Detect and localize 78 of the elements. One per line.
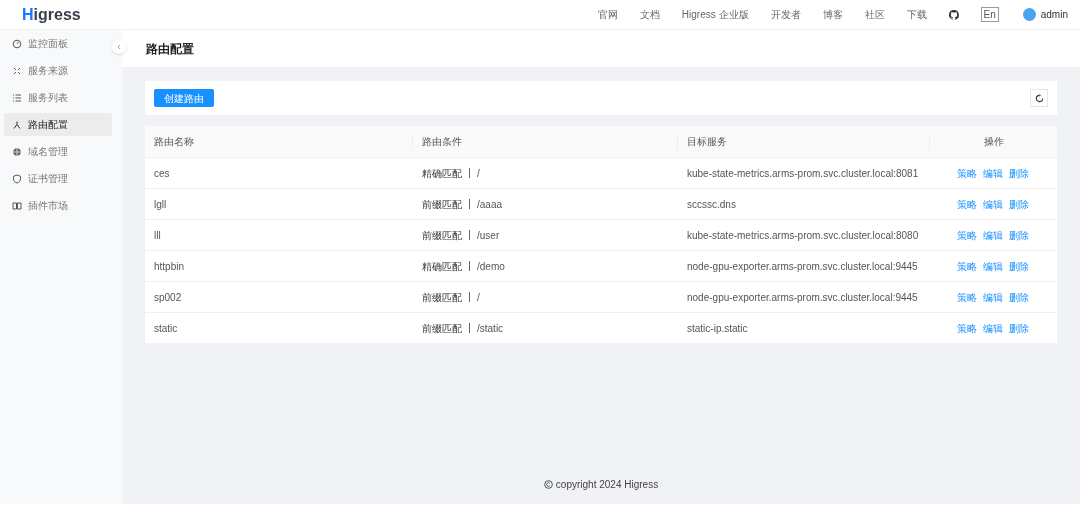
- path-cell-text: /: [477, 290, 480, 305]
- user-name[interactable]: admin: [1040, 7, 1068, 22]
- table-cell: lll: [154, 229, 161, 241]
- action-link[interactable]: 策略: [957, 196, 977, 212]
- nav-link[interactable]: 官网: [597, 7, 618, 22]
- sidebar-item[interactable]: 域名管理: [4, 140, 112, 163]
- action-link[interactable]: 删除: [1009, 320, 1029, 336]
- action-link[interactable]: 编辑: [983, 320, 1003, 336]
- action-link[interactable]: 删除: [1009, 227, 1029, 243]
- action-link[interactable]: 策略: [957, 165, 977, 181]
- table-cell: kube-state-metrics.arms-prom.svc.cluster.local:8080: [687, 229, 919, 241]
- action-link[interactable]: 策略: [957, 289, 977, 305]
- action-link[interactable]: 策略: [957, 258, 977, 274]
- create-route-button[interactable]: 创建路由: [154, 89, 214, 107]
- nav-link[interactable]: 开发者: [770, 7, 801, 22]
- action-link[interactable]: 编辑: [983, 289, 1003, 305]
- action-link[interactable]: 编辑: [983, 196, 1003, 212]
- nav-link[interactable]: 社区: [864, 7, 885, 22]
- match-type: 前缀匹配: [422, 197, 462, 212]
- shield-icon: [12, 173, 22, 184]
- table-cell: sccssc.dns: [687, 198, 736, 210]
- list-icon: [12, 92, 22, 103]
- sidebar-item[interactable]: 监控面板: [4, 32, 112, 55]
- column-header: 操作: [983, 135, 1004, 149]
- table-cell: sp002: [154, 291, 182, 303]
- match-type: 精确匹配: [422, 166, 462, 181]
- logo: Higress: [22, 4, 81, 25]
- action-link[interactable]: 删除: [1009, 289, 1029, 305]
- copyright-icon: [543, 480, 553, 489]
- path-cell-text: /aaaa: [477, 197, 503, 212]
- nav-link[interactable]: 文档: [639, 7, 660, 22]
- match-type: 前缀匹配: [422, 228, 462, 243]
- sidebar-item[interactable]: 服务来源: [4, 59, 112, 82]
- table-cell: httpbin: [154, 260, 185, 272]
- page-title: 路由配置: [146, 40, 194, 58]
- nav-link[interactable]: 下载: [906, 7, 927, 22]
- action-link[interactable]: 编辑: [983, 165, 1003, 181]
- path-cell-text: /: [477, 166, 480, 181]
- nav-link[interactable]: 博客: [822, 7, 843, 22]
- github-icon[interactable]: [948, 9, 959, 20]
- action-link[interactable]: 编辑: [983, 258, 1003, 274]
- match-type: 前缀匹配: [422, 290, 462, 305]
- chevron-left-icon: [116, 44, 122, 50]
- nav-link[interactable]: Higress 企业版: [681, 7, 749, 22]
- table-cell: static-ip.static: [687, 322, 748, 334]
- refresh-button[interactable]: [1030, 89, 1048, 107]
- sidebar-item[interactable]: 证书管理: [4, 167, 112, 190]
- sidebar-item[interactable]: 路由配置: [4, 113, 112, 136]
- column-header: 路由条件: [422, 135, 462, 149]
- action-link[interactable]: 策略: [957, 227, 977, 243]
- column-header: 路由名称: [154, 135, 194, 149]
- route-icon: [12, 119, 22, 130]
- action-link[interactable]: 编辑: [983, 227, 1003, 243]
- path-cell-text: /demo: [477, 259, 505, 274]
- globe-icon: [12, 146, 22, 157]
- match-type: 精确匹配: [422, 259, 462, 274]
- arrows-icon: [12, 65, 22, 76]
- action-link[interactable]: 策略: [957, 320, 977, 336]
- action-link[interactable]: 删除: [1009, 165, 1029, 181]
- table-cell: node-gpu-exporter.arms-prom.svc.cluster.local:9445: [687, 260, 918, 272]
- action-link[interactable]: 删除: [1009, 258, 1029, 274]
- sidebar-item[interactable]: 服务列表: [4, 86, 112, 109]
- column-header: 目标服务: [687, 135, 727, 149]
- gauge-icon: [12, 38, 22, 49]
- table-cell: lgll: [154, 198, 167, 210]
- avatar-icon[interactable]: [1022, 8, 1036, 21]
- match-type: 前缀匹配: [422, 321, 462, 336]
- copyright-text: copyright 2024 Higress: [555, 478, 659, 492]
- path-cell-text: /static: [477, 321, 504, 336]
- table-cell: static: [154, 322, 178, 334]
- table-cell: kube-state-metrics.arms-prom.svc.cluster.local:8081: [687, 167, 919, 179]
- action-link[interactable]: 删除: [1009, 196, 1029, 212]
- table-cell: node-gpu-exporter.arms-prom.svc.cluster.local:9445: [687, 291, 918, 303]
- sidebar-item[interactable]: 插件市场: [4, 194, 112, 217]
- table-cell: ces: [154, 167, 170, 179]
- refresh-icon: [1034, 93, 1044, 103]
- path-cell-text: /user: [477, 228, 500, 243]
- language-button[interactable]: En: [980, 7, 999, 22]
